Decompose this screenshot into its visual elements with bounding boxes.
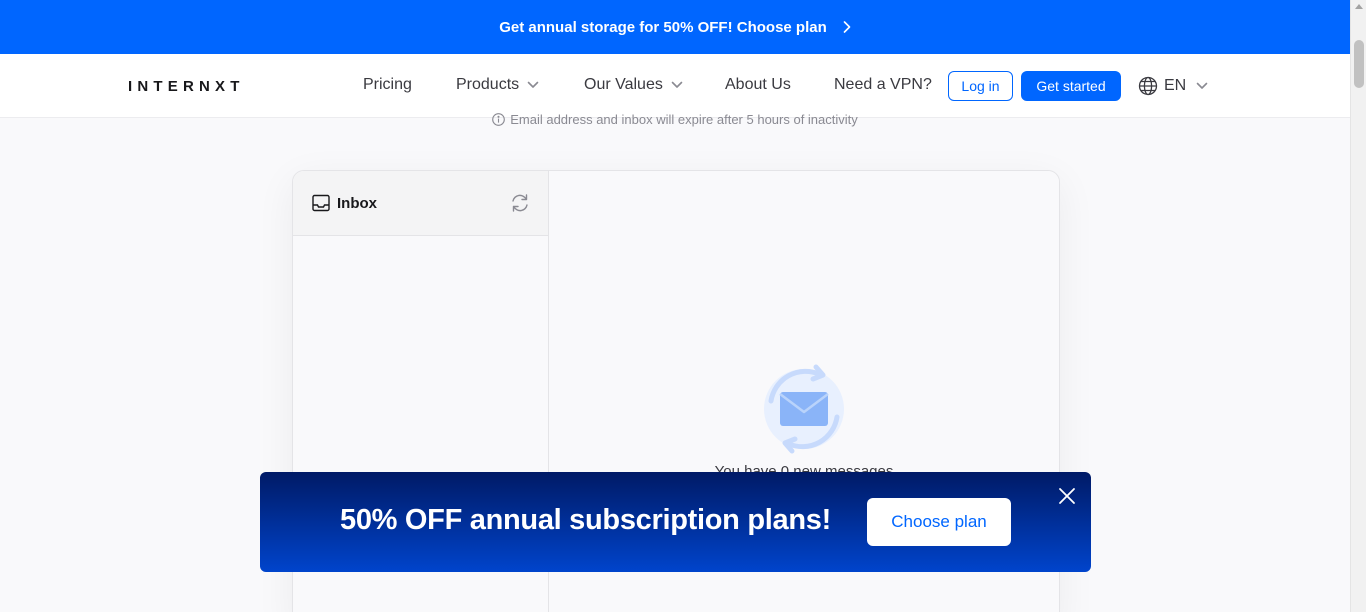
nav-about-us-label: About Us (725, 76, 791, 93)
expiry-notice: Email address and inbox will expire afte… (0, 112, 1350, 127)
promo-popup: 50% OFF annual subscription plans! Choos… (260, 472, 1091, 572)
nav-our-values-label: Our Values (584, 76, 663, 93)
info-icon (492, 113, 506, 126)
nav-need-vpn-label: Need a VPN? (834, 76, 932, 93)
nav-products[interactable]: Products (456, 76, 539, 94)
scroll-thumb[interactable] (1354, 40, 1364, 88)
empty-mailbox-icon (759, 361, 849, 462)
nav-need-vpn[interactable]: Need a VPN? (834, 76, 932, 94)
navbar: INTERNXT Pricing Products Our Values Abo… (0, 54, 1350, 118)
nav-pricing[interactable]: Pricing (363, 76, 412, 94)
nav-about-us[interactable]: About Us (725, 76, 791, 94)
get-started-button[interactable]: Get started (1021, 71, 1121, 101)
refresh-icon[interactable] (510, 192, 530, 214)
top-banner-text: Get annual storage for 50% OFF! Choose p… (499, 18, 827, 36)
inbox-tray-icon (311, 193, 331, 213)
nav-products-label: Products (456, 76, 520, 93)
nav-our-values[interactable]: Our Values (584, 76, 683, 94)
inbox-header: Inbox (293, 171, 548, 236)
expiry-notice-text: Email address and inbox will expire afte… (510, 112, 858, 127)
choose-plan-button[interactable]: Choose plan (867, 498, 1011, 546)
top-promo-banner[interactable]: Get annual storage for 50% OFF! Choose p… (0, 0, 1350, 54)
chevron-down-icon (1196, 82, 1208, 90)
page-scrollbar[interactable] (1350, 0, 1366, 612)
chevron-down-icon (671, 81, 683, 89)
inbox-title: Inbox (337, 194, 377, 212)
chevron-down-icon (527, 81, 539, 89)
promo-headline: 50% OFF annual subscription plans! (340, 504, 831, 536)
language-selector[interactable]: EN (1138, 76, 1208, 96)
globe-icon (1138, 76, 1158, 96)
nav-pricing-label: Pricing (363, 76, 412, 93)
scroll-up-arrow[interactable] (1355, 4, 1363, 9)
close-icon[interactable] (1058, 487, 1076, 505)
chevron-right-icon (843, 21, 851, 33)
internxt-logo[interactable]: INTERNXT (128, 78, 245, 95)
language-label: EN (1164, 77, 1187, 94)
login-button[interactable]: Log in (948, 71, 1013, 101)
